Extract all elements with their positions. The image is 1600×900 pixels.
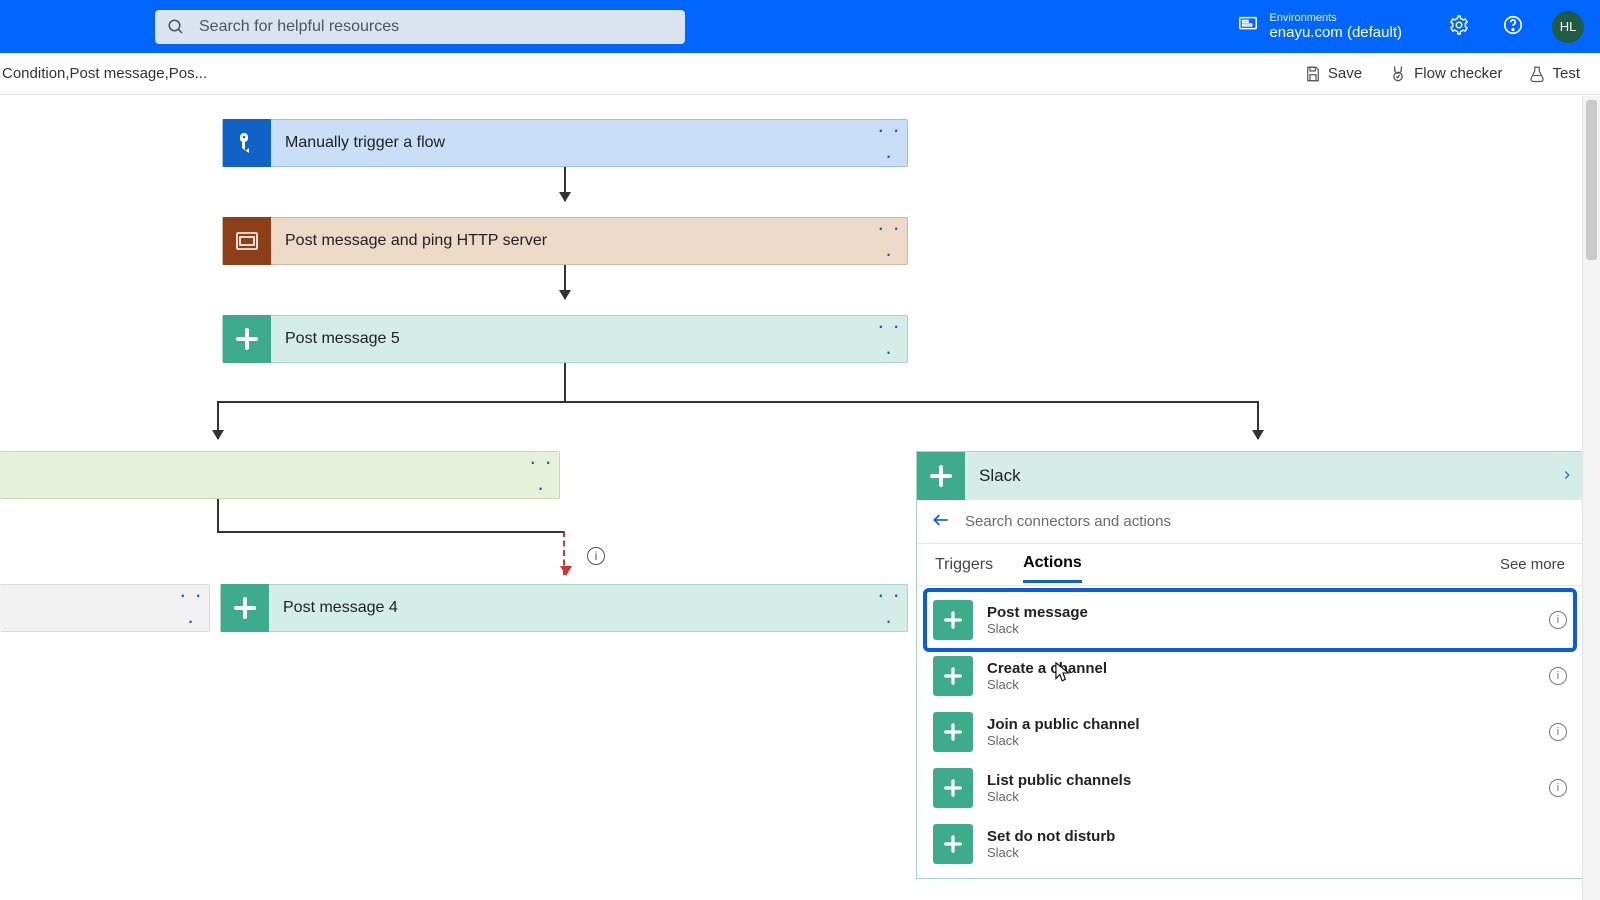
- slack-icon: [933, 712, 973, 752]
- info-icon[interactable]: i: [1549, 611, 1567, 629]
- action-search-input[interactable]: [965, 513, 1569, 530]
- vertical-scrollbar[interactable]: [1582, 96, 1600, 900]
- see-more-link[interactable]: See more: [1500, 556, 1565, 573]
- branch-arrow-right: [1257, 401, 1259, 439]
- collapsed-action-card[interactable]: · · ·: [0, 584, 210, 632]
- action-list: Post message Slack i Create a channel Sl…: [917, 586, 1583, 878]
- scope-title: Post message and ping HTTP server: [271, 232, 871, 250]
- tab-triggers[interactable]: Triggers: [935, 548, 993, 582]
- user-avatar[interactable]: HL: [1552, 11, 1584, 43]
- info-icon[interactable]: i: [1549, 723, 1567, 741]
- help-icon[interactable]: [1502, 14, 1524, 39]
- breadcrumb: Condition,Post message,Pos...: [2, 65, 207, 82]
- info-icon[interactable]: i: [1549, 779, 1567, 797]
- trigger-icon: [223, 119, 271, 167]
- connector-arrow: [564, 167, 566, 201]
- card-menu[interactable]: · · ·: [871, 215, 907, 267]
- slack-icon: [917, 452, 965, 500]
- global-search-input[interactable]: [199, 18, 673, 36]
- environment-label: Environments enayu.com (default): [1269, 12, 1402, 41]
- card-menu[interactable]: · · ·: [871, 117, 907, 169]
- environment-picker[interactable]: Environments enayu.com (default): [1237, 12, 1402, 41]
- action-item-subtitle: Slack: [987, 789, 1131, 804]
- slack-icon: [933, 656, 973, 696]
- action-item-dnd[interactable]: Set do not disturb Slack: [927, 816, 1573, 872]
- trigger-title: Manually trigger a flow: [271, 134, 871, 152]
- scrollbar-thumb[interactable]: [1586, 100, 1597, 260]
- branch-arrow-left: [217, 401, 219, 439]
- action-item-title: Join a public channel: [987, 716, 1140, 733]
- action-item-subtitle: Slack: [987, 845, 1115, 860]
- action-item-subtitle: Slack: [987, 677, 1107, 692]
- panel-search-row: [917, 500, 1583, 544]
- flow-canvas[interactable]: Manually trigger a flow · · · Post messa…: [0, 95, 1600, 900]
- action-item-title: Set do not disturb: [987, 828, 1115, 845]
- info-icon[interactable]: i: [1549, 667, 1567, 685]
- slack-action-title: Post message 5: [271, 330, 871, 348]
- panel-title: Slack: [965, 466, 1551, 486]
- card-menu[interactable]: · · ·: [523, 449, 559, 501]
- connector-arrow: [564, 265, 566, 299]
- card-menu[interactable]: · · ·: [173, 582, 209, 634]
- action-picker-panel: Slack Triggers Actions See more Post mes…: [916, 451, 1584, 879]
- flow-checker-button[interactable]: Flow checker: [1388, 64, 1502, 84]
- card-menu[interactable]: · · ·: [871, 313, 907, 365]
- slack-action-card[interactable]: Post message 4 · · ·: [220, 584, 908, 632]
- slack-icon: [933, 600, 973, 640]
- branch-line: [217, 401, 1259, 403]
- panel-header[interactable]: Slack: [917, 452, 1583, 500]
- action-item-subtitle: Slack: [987, 733, 1140, 748]
- save-button[interactable]: Save: [1304, 65, 1362, 83]
- action-item-create-channel[interactable]: Create a channel Slack i: [927, 648, 1573, 704]
- connector-line: [564, 363, 566, 401]
- trigger-card[interactable]: Manually trigger a flow · · ·: [222, 119, 908, 167]
- search-icon: [167, 18, 185, 36]
- branch-yes-card[interactable]: · · ·: [0, 451, 560, 499]
- connector-line: [217, 531, 565, 533]
- global-search[interactable]: [155, 10, 685, 44]
- scope-card[interactable]: Post message and ping HTTP server · · ·: [222, 217, 908, 265]
- command-bar: Condition,Post message,Pos... Save Flow …: [0, 53, 1600, 95]
- action-item-join-channel[interactable]: Join a public channel Slack i: [927, 704, 1573, 760]
- error-connector-arrow: [563, 531, 565, 575]
- action-item-title: List public channels: [987, 772, 1131, 789]
- action-item-list-channels[interactable]: List public channels Slack i: [927, 760, 1573, 816]
- test-button[interactable]: Test: [1528, 65, 1580, 83]
- slack-icon: [221, 584, 269, 632]
- back-arrow-icon[interactable]: [931, 510, 951, 533]
- card-menu[interactable]: · · ·: [871, 582, 907, 634]
- tab-actions[interactable]: Actions: [1023, 546, 1082, 583]
- action-item-post-message[interactable]: Post message Slack i: [927, 592, 1573, 648]
- slack-icon: [933, 768, 973, 808]
- expand-icon[interactable]: [1551, 465, 1583, 488]
- slack-icon: [933, 824, 973, 864]
- settings-icon[interactable]: [1448, 14, 1470, 39]
- slack-action-card[interactable]: Post message 5 · · ·: [222, 315, 908, 363]
- scope-icon: [223, 217, 271, 265]
- slack-icon: [223, 315, 271, 363]
- action-item-title: Create a channel: [987, 660, 1107, 677]
- top-bar: Environments enayu.com (default) HL: [0, 0, 1600, 53]
- connector-line: [217, 499, 219, 531]
- info-icon[interactable]: i: [587, 547, 605, 565]
- environment-icon: [1237, 14, 1259, 39]
- slack-action-title: Post message 4: [269, 599, 871, 617]
- panel-tabs: Triggers Actions See more: [917, 544, 1583, 586]
- action-item-title: Post message: [987, 604, 1088, 621]
- action-item-subtitle: Slack: [987, 621, 1088, 636]
